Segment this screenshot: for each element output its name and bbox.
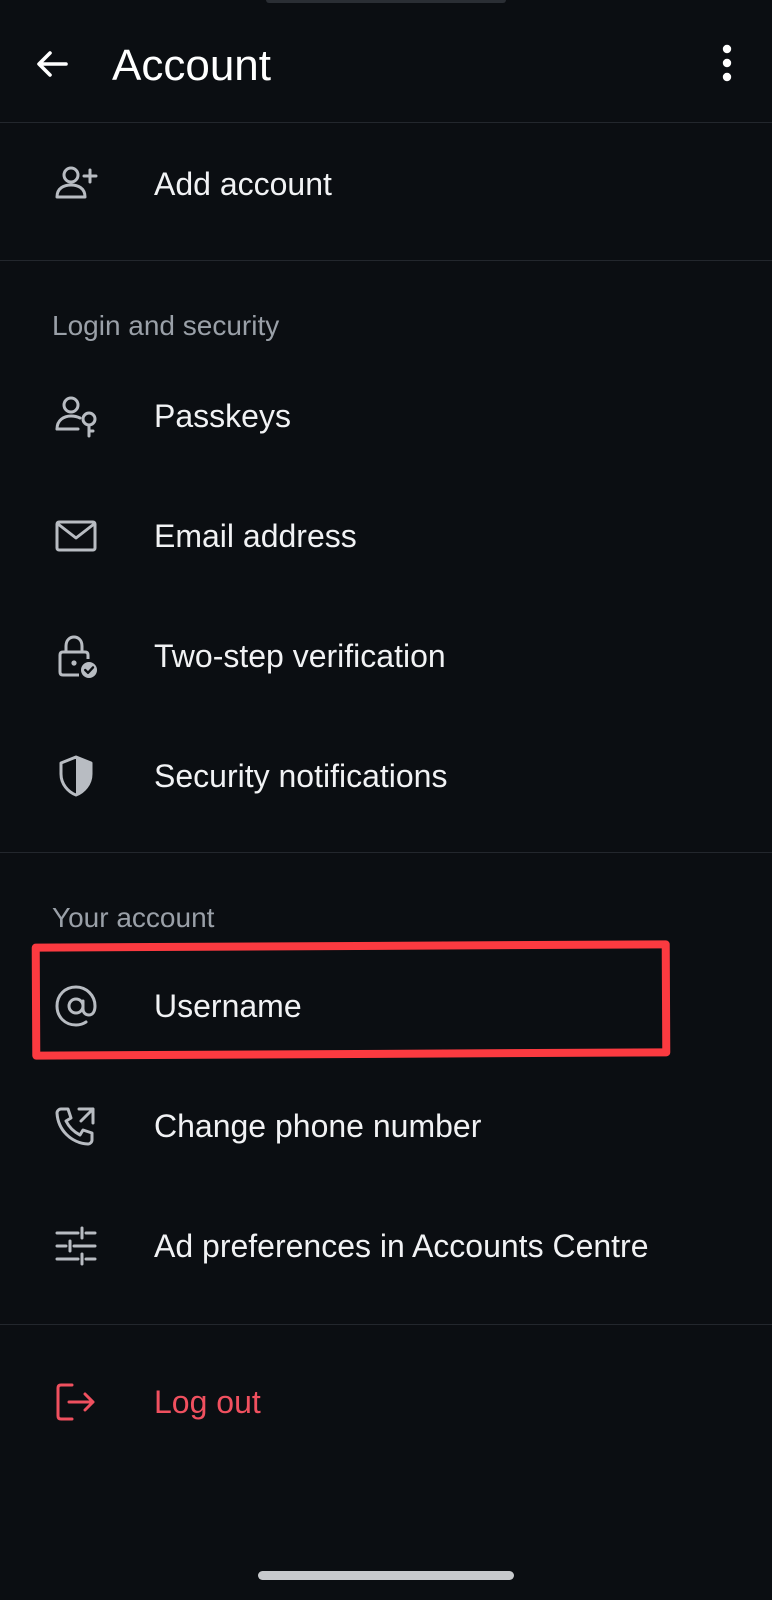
security-notifications-label: Security notifications bbox=[154, 758, 448, 794]
logout-label: Log out bbox=[154, 1384, 261, 1420]
two-step-verification-label: Two-step verification bbox=[154, 638, 446, 674]
section-title-your-account: Your account bbox=[52, 902, 215, 933]
more-vertical-icon bbox=[721, 43, 733, 83]
sliders-icon bbox=[52, 1222, 100, 1270]
change-phone-number-label: Change phone number bbox=[154, 1108, 482, 1144]
divider bbox=[0, 260, 772, 261]
ad-preferences-row[interactable]: Ad preferences in Accounts Centre bbox=[0, 1198, 772, 1294]
ad-preferences-label: Ad preferences in Accounts Centre bbox=[154, 1228, 649, 1264]
arrow-left-icon bbox=[32, 44, 72, 84]
add-account-label: Add account bbox=[154, 166, 332, 202]
passkeys-row[interactable]: Passkeys bbox=[0, 368, 772, 464]
more-options-button[interactable] bbox=[712, 38, 742, 88]
add-account-row[interactable]: Add account bbox=[0, 136, 772, 232]
shield-icon bbox=[52, 752, 100, 800]
passkeys-label: Passkeys bbox=[154, 398, 291, 434]
divider bbox=[0, 852, 772, 853]
logout-row[interactable]: Log out bbox=[0, 1354, 772, 1450]
security-notifications-row[interactable]: Security notifications bbox=[0, 728, 772, 824]
page-title: Account bbox=[112, 41, 271, 90]
phone-change-icon bbox=[52, 1102, 100, 1150]
highlight-annotation bbox=[31, 940, 671, 1060]
home-indicator[interactable] bbox=[258, 1571, 514, 1580]
person-key-icon bbox=[52, 392, 100, 440]
divider bbox=[0, 1324, 772, 1325]
app-header: Account bbox=[0, 0, 772, 123]
email-address-row[interactable]: Email address bbox=[0, 488, 772, 584]
lock-check-icon bbox=[52, 632, 100, 680]
add-person-icon bbox=[52, 160, 100, 208]
change-phone-number-row[interactable]: Change phone number bbox=[0, 1078, 772, 1174]
email-address-label: Email address bbox=[154, 518, 357, 554]
section-title-login-security: Login and security bbox=[52, 310, 280, 341]
envelope-icon bbox=[52, 512, 100, 560]
two-step-verification-row[interactable]: Two-step verification bbox=[0, 608, 772, 704]
logout-icon bbox=[52, 1378, 100, 1426]
back-button[interactable] bbox=[28, 40, 76, 88]
